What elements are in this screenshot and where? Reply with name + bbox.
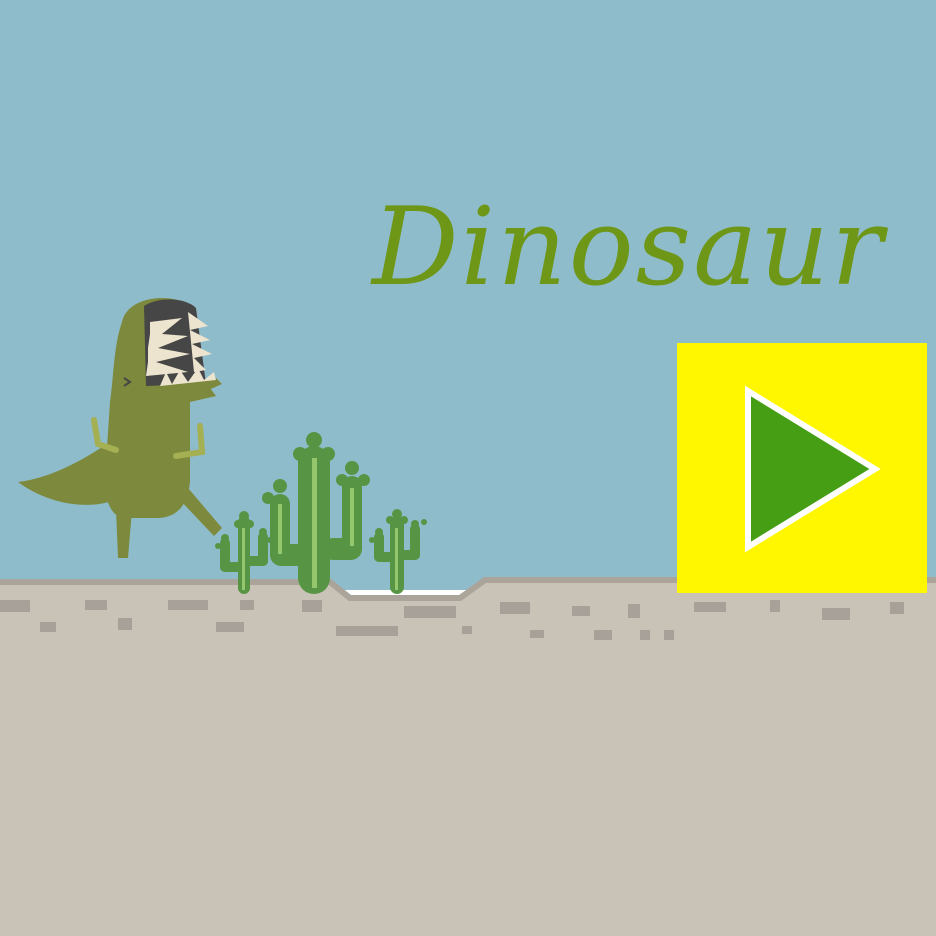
cactus-stripe [312, 458, 317, 588]
cactus-stripe [242, 528, 245, 590]
speck [822, 608, 850, 620]
speck [118, 618, 132, 630]
cactus-bud [411, 520, 419, 528]
game-scene: Dinosaur [0, 0, 936, 936]
cactus-bud [262, 492, 274, 504]
speck [664, 630, 674, 640]
cactus-arm-base [322, 538, 362, 560]
cactus-bud [375, 528, 383, 536]
cactus-arm-base [398, 550, 420, 560]
cactus-bud [400, 516, 408, 524]
cactus-stripe [395, 528, 398, 590]
speck [640, 630, 650, 640]
speck [628, 604, 640, 618]
speck [594, 630, 612, 640]
speck [890, 602, 904, 614]
cactus-stripe [350, 488, 354, 546]
cactus-bud [358, 474, 370, 486]
cactus-bud [246, 520, 254, 528]
speck [462, 626, 472, 634]
speck [168, 600, 208, 610]
cactus-bud [336, 474, 348, 486]
cactus-bud [321, 447, 335, 461]
speck [530, 630, 544, 638]
cactus-stripe [278, 504, 282, 554]
cactus-bud [215, 543, 221, 549]
speck [216, 622, 244, 632]
cactus-bud [293, 447, 307, 461]
dino-leg-back [116, 510, 132, 558]
cactus-bud [369, 537, 375, 543]
cactus-bud [273, 479, 287, 493]
speck [40, 622, 56, 632]
cactus-bud [239, 511, 249, 521]
cactus-bud [234, 520, 242, 528]
cactus-bud [306, 432, 322, 448]
cactus-arm-base [244, 556, 268, 566]
cactus-arm-base [270, 544, 310, 566]
cactus-bud [345, 461, 359, 475]
cactus-bud [386, 516, 394, 524]
speck [336, 626, 398, 636]
speck [572, 606, 590, 616]
speck [302, 600, 322, 612]
cactus-group [215, 432, 427, 594]
cactus-bud [392, 509, 402, 519]
speck [694, 602, 726, 612]
speck [240, 600, 254, 610]
speck [0, 600, 30, 612]
cactus-bud [221, 534, 229, 542]
play-button[interactable] [677, 343, 927, 593]
speck [500, 602, 530, 614]
game-title: Dinosaur [372, 185, 885, 310]
speck [770, 600, 780, 612]
cactus-bud [259, 528, 267, 536]
speck [404, 606, 456, 618]
speck [85, 600, 107, 610]
play-button-graphic [677, 343, 927, 593]
cactus-bud [421, 519, 427, 525]
dinosaur-character [18, 298, 222, 558]
desert-ground [0, 577, 936, 936]
